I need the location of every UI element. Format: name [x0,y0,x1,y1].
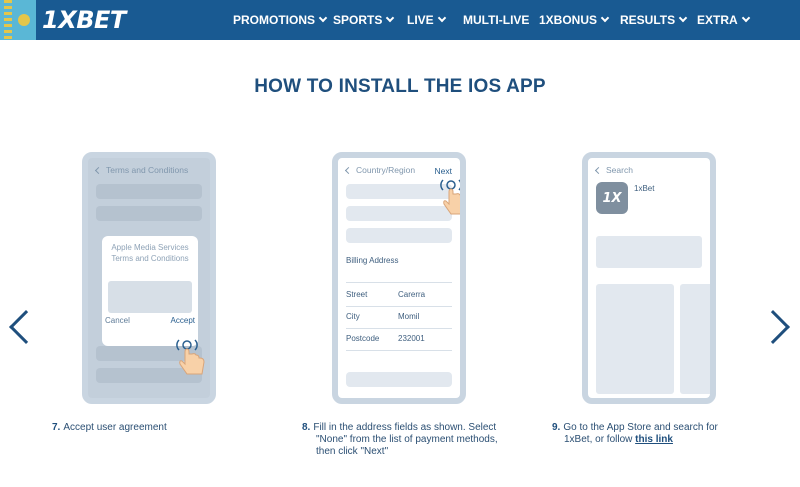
app-name: 1xBet [634,184,655,193]
billing-address-label: Billing Address [346,256,399,265]
city-label: City [346,312,360,321]
placeholder-bar [96,206,202,221]
nav-results[interactable]: RESULTS [620,0,688,40]
nav-1xbonus[interactable]: 1XBONUS [539,0,610,40]
city-value[interactable]: Momil [398,312,419,321]
terms-dialog: Apple Media Services Terms and Condition… [102,236,198,346]
chevron-down-icon [318,13,328,23]
dialog-title: Apple Media Services Terms and Condition… [111,243,189,263]
placeholder-bar [96,184,202,199]
kazakhstan-flag-icon [0,0,36,40]
chevron-down-icon [741,13,750,23]
divider [346,282,452,283]
chevron-left-icon [94,166,103,174]
placeholder-bar [346,372,452,387]
input-placeholder [346,184,452,199]
back-link: Search [594,165,633,175]
chevron-left-icon [594,166,603,174]
phone-mockup-address: Country/Region Next Billing Address Stre… [332,152,466,404]
top-navigation-bar: 1XBET PROMOTIONS SPORTS LIVE MULTI-LIVE … [0,0,800,40]
phone-mockup-terms: Terms and Conditions Apple Media Service… [82,152,216,404]
nav-sports[interactable]: SPORTS [333,0,395,40]
step-8-caption: 8. Fill in the address fields as shown. S… [302,422,498,457]
cancel-button[interactable]: Cancel [105,316,130,325]
street-value[interactable]: Carerra [398,290,425,299]
back-link: Country/Region [344,165,415,175]
tap-hand-icon [440,179,460,215]
accept-button[interactable]: Accept [171,316,195,325]
chevron-down-icon [386,13,395,23]
back-link: Terms and Conditions [94,165,188,175]
dialog-content-box [108,281,192,313]
input-placeholder [346,228,452,243]
chevron-left-icon[interactable] [9,310,43,344]
site-logo[interactable]: 1XBET [42,6,126,34]
nav-promotions[interactable]: PROMOTIONS [233,0,328,40]
chevron-right-icon[interactable] [756,310,790,344]
app-icon[interactable]: 1X [596,182,628,214]
tap-hand-icon [176,339,205,375]
street-label: Street [346,290,368,299]
nav-extra[interactable]: EXTRA [697,0,750,40]
chevron-left-icon [344,166,353,174]
screenshot-placeholder [680,284,710,394]
postcode-value[interactable]: 232001 [398,334,425,343]
chevron-down-icon [437,13,446,23]
app-store-link[interactable]: this link [635,434,673,445]
step-7-caption: 7. Accept user agreement [52,422,167,433]
chevron-down-icon [600,13,610,23]
phone-mockup-app-store: Search 1X 1xBet [582,152,716,404]
nav-live[interactable]: LIVE [407,0,446,40]
screenshot-placeholder [596,236,702,268]
nav-multi-live[interactable]: MULTI-LIVE [463,0,529,40]
divider [346,328,452,329]
page-title: HOW TO INSTALL THE IOS APP [254,76,546,97]
screenshot-placeholder [596,284,674,394]
step-9-caption: 9. Go to the App Store and search for 1xB… [552,422,718,445]
chevron-down-icon [678,13,688,23]
divider [346,350,452,351]
input-placeholder [346,206,452,221]
divider [346,306,452,307]
postcode-label: Postcode [346,334,380,343]
